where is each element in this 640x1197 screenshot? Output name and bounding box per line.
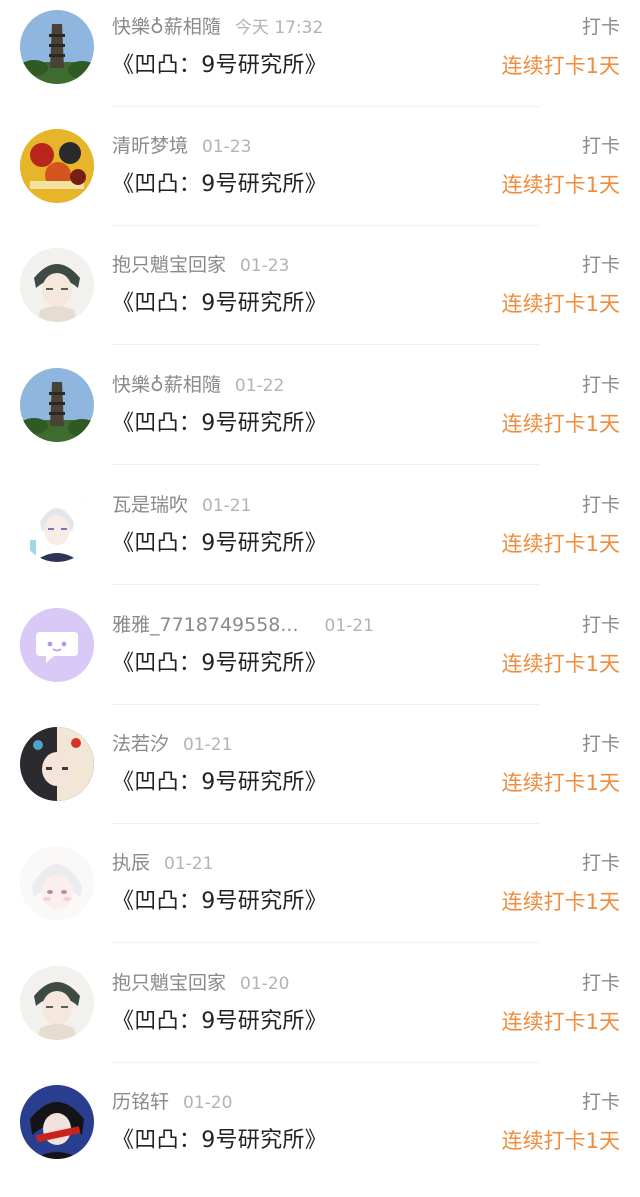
checkin-tag: 打卡 (581, 733, 620, 755)
tower-photo-icon (20, 10, 94, 84)
divider (112, 225, 540, 226)
user-name[interactable]: 抱只魈宝回家 (112, 254, 226, 276)
avatar[interactable] (20, 846, 94, 920)
divider (112, 942, 540, 943)
tower-photo-icon (20, 368, 94, 442)
streak-label: 连续打卡1天 (501, 54, 620, 78)
book-title[interactable]: 《凹凸：9号研究所》 (112, 408, 327, 440)
user-name[interactable]: 快樂♁薪相隨 (112, 16, 221, 38)
anime-boy-sketch-icon (20, 966, 94, 1040)
checkin-tag: 打卡 (581, 254, 620, 276)
streak-label: 连续打卡1天 (501, 292, 620, 316)
book-title[interactable]: 《凹凸：9号研究所》 (112, 767, 327, 799)
user-name[interactable]: 快樂♁薪相隨 (112, 374, 221, 396)
divider (112, 823, 540, 824)
streak-label: 连续打卡1天 (501, 412, 620, 436)
book-title[interactable]: 《凹凸：9号研究所》 (112, 1125, 327, 1157)
divider (112, 584, 540, 585)
divider (112, 344, 540, 345)
book-title[interactable]: 《凹凸：9号研究所》 (112, 648, 327, 680)
anime-white-hair-icon (20, 488, 94, 562)
avatar[interactable] (20, 129, 94, 203)
checkin-tag: 打卡 (581, 1091, 620, 1113)
list-item[interactable]: 抱只魈宝回家 01-20 《凹凸：9号研究所》 打卡 连续打卡1天 (0, 958, 640, 1078)
list-item[interactable]: 快樂♁薪相隨 01-22 《凹凸：9号研究所》 打卡 连续打卡1天 (0, 360, 640, 480)
anime-boy-sketch-icon (20, 248, 94, 322)
book-title[interactable]: 《凹凸：9号研究所》 (112, 528, 327, 560)
list-item[interactable]: 清昕梦境 01-23 《凹凸：9号研究所》 打卡 连续打卡1天 (0, 121, 640, 241)
post-date: 01-20 (183, 1093, 233, 1113)
post-date: 01-21 (202, 496, 252, 516)
user-name[interactable]: 清昕梦境 (112, 135, 188, 157)
anime-pale-face-icon (20, 846, 94, 920)
user-name[interactable]: 抱只魈宝回家 (112, 972, 226, 994)
book-title[interactable]: 《凹凸：9号研究所》 (112, 886, 327, 918)
checkin-tag: 打卡 (581, 135, 620, 157)
book-title[interactable]: 《凹凸：9号研究所》 (112, 50, 327, 82)
post-date: 01-20 (240, 974, 290, 994)
book-title[interactable]: 《凹凸：9号研究所》 (112, 169, 327, 201)
list-item[interactable]: 瓦是瑞吹 01-21 《凹凸：9号研究所》 打卡 连续打卡1天 (0, 480, 640, 600)
avatar[interactable] (20, 10, 94, 84)
user-name[interactable]: 法若汐 (112, 733, 169, 755)
user-name[interactable]: 执辰 (112, 852, 150, 874)
list-item[interactable]: 雅雅_7718749558... 01-21 《凹凸：9号研究所》 打卡 连续打卡… (0, 600, 640, 720)
post-date: 01-23 (202, 137, 252, 157)
divider (112, 106, 540, 107)
streak-label: 连续打卡1天 (501, 1010, 620, 1034)
post-date: 今天 17:32 (234, 18, 324, 38)
streak-label: 连续打卡1天 (501, 173, 620, 197)
post-date: 01-22 (234, 376, 285, 396)
anime-dark-red-icon (20, 1085, 94, 1159)
list-item[interactable]: 抱只魈宝回家 01-23 《凹凸：9号研究所》 打卡 连续打卡1天 (0, 240, 640, 360)
avatar[interactable] (20, 1085, 94, 1159)
list-item[interactable]: 历铭轩 01-20 《凹凸：9号研究所》 打卡 连续打卡1天 (0, 1077, 640, 1197)
book-title[interactable]: 《凹凸：9号研究所》 (112, 288, 327, 320)
streak-label: 连续打卡1天 (501, 1129, 620, 1153)
anime-two-tone-icon (20, 727, 94, 801)
post-date: 01-21 (164, 854, 214, 874)
avatar[interactable] (20, 608, 94, 682)
checkin-tag: 打卡 (581, 614, 620, 636)
streak-label: 连续打卡1天 (501, 771, 620, 795)
list-item[interactable]: 执辰 01-21 《凹凸：9号研究所》 打卡 连续打卡1天 (0, 838, 640, 958)
streak-label: 连续打卡1天 (501, 532, 620, 556)
default-chat-bubble-icon (20, 608, 94, 682)
streak-label: 连续打卡1天 (501, 890, 620, 914)
user-name[interactable]: 历铭轩 (112, 1091, 169, 1113)
book-title[interactable]: 《凹凸：9号研究所》 (112, 1006, 327, 1038)
avatar[interactable] (20, 248, 94, 322)
post-date: 01-21 (324, 616, 374, 636)
avatar[interactable] (20, 488, 94, 562)
streak-label: 连续打卡1天 (501, 652, 620, 676)
post-date: 01-21 (183, 735, 233, 755)
list-item[interactable]: 快樂♁薪相隨 今天 17:32 《凹凸：9号研究所》 打卡 连续打卡1天 (0, 2, 640, 122)
checkin-tag: 打卡 (581, 852, 620, 874)
checkin-list: 快樂♁薪相隨 今天 17:32 《凹凸：9号研究所》 打卡 连续打卡1天 清昕梦境… (0, 0, 640, 1159)
checkin-tag: 打卡 (581, 16, 620, 38)
avatar[interactable] (20, 368, 94, 442)
user-name[interactable]: 雅雅_7718749558... (112, 614, 299, 636)
anime-poster-icon (20, 129, 94, 203)
avatar[interactable] (20, 966, 94, 1040)
checkin-tag: 打卡 (581, 374, 620, 396)
checkin-tag: 打卡 (581, 494, 620, 516)
list-item[interactable]: 法若汐 01-21 《凹凸：9号研究所》 打卡 连续打卡1天 (0, 719, 640, 839)
post-date: 01-23 (240, 256, 290, 276)
divider (112, 704, 540, 705)
checkin-tag: 打卡 (581, 972, 620, 994)
divider (112, 464, 540, 465)
user-name[interactable]: 瓦是瑞吹 (112, 494, 188, 516)
divider (112, 1062, 540, 1063)
avatar[interactable] (20, 727, 94, 801)
